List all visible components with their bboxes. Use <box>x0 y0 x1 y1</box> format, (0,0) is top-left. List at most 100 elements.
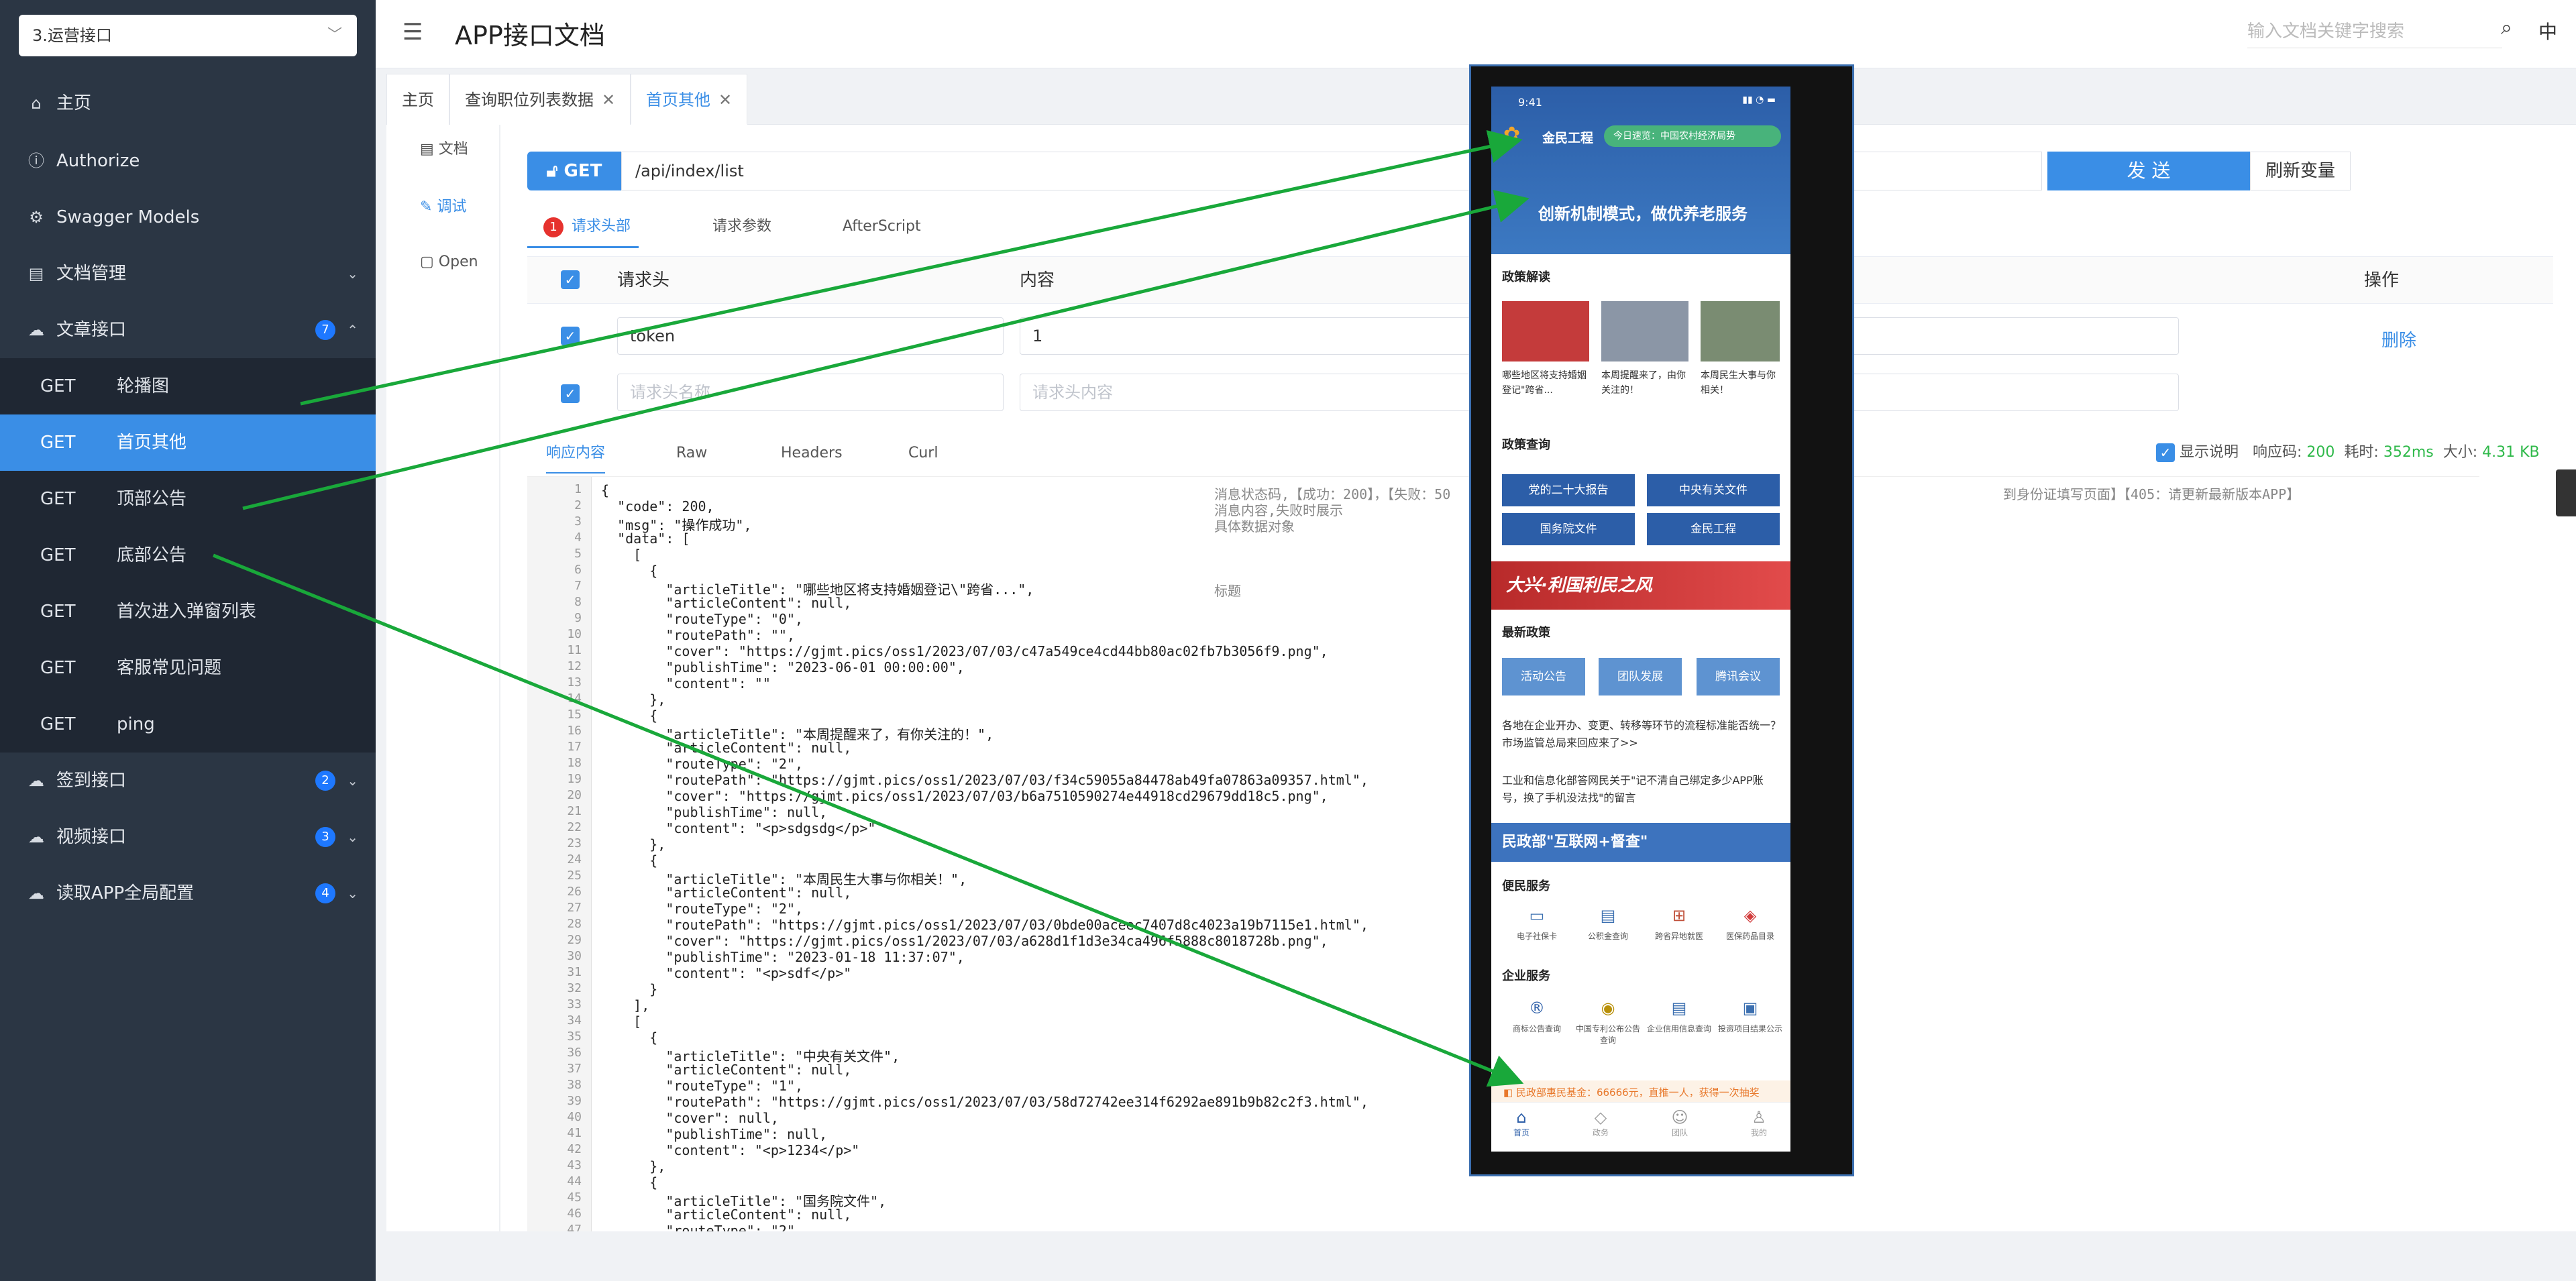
api-label: ping <box>117 714 155 734</box>
menu-doc-manage[interactable]: ▤ 文档管理 ⌄ <box>0 245 376 302</box>
service-item[interactable]: ® 商标公告查询 <box>1503 999 1570 1034</box>
refresh-variables-button[interactable]: 刷新变量 <box>2250 152 2351 190</box>
show-desc-checkbox[interactable]: ✓ <box>2156 443 2175 462</box>
scroll-handle[interactable] <box>2556 469 2576 516</box>
api-item-top-notice[interactable]: GET 顶部公告 <box>0 471 376 527</box>
search-input[interactable]: 输入文档关键字搜索 <box>2247 15 2502 48</box>
side-tab-doc[interactable]: ▤ 文档 <box>420 137 468 158</box>
tab-headers[interactable]: Headers <box>781 433 843 474</box>
menu-authorize[interactable]: ⓘ Authorize <box>0 133 376 189</box>
notice-bar[interactable]: ◧ 民政部惠民基金：66666元，直推一人，获得一次抽奖 <box>1491 1080 1790 1105</box>
side-tab-label: 调试 <box>437 199 467 215</box>
tab-request-params[interactable]: 请求参数 <box>712 205 771 248</box>
api-method: GET <box>40 714 76 734</box>
file-icon: ▢ <box>420 254 439 270</box>
search-icon[interactable]: ⌕ <box>2501 16 2512 40</box>
menu-sign[interactable]: ☁ 签到接口 2 ⌄ <box>0 753 376 809</box>
news-thumbnail[interactable] <box>1601 301 1688 361</box>
line-number: 13 <box>567 675 582 689</box>
latest-button[interactable]: 腾讯会议 <box>1697 658 1780 695</box>
menu-video[interactable]: ☁ 视频接口 3 ⌄ <box>0 809 376 865</box>
nav-team[interactable]: ☺ 团队 <box>1650 1108 1710 1138</box>
diamond-icon: ◇ <box>1594 1108 1607 1127</box>
menu-config[interactable]: ☁ 读取APP全局配置 4 ⌄ <box>0 865 376 922</box>
code-line: "routeType": "2", <box>601 1223 804 1231</box>
language-switch[interactable]: 中 <box>2538 17 2557 44</box>
latest-button[interactable]: 团队发展 <box>1599 658 1682 695</box>
news-item[interactable]: 工业和信息化部答网民关于"记不清自己绑定多少APP账号，换了手机没法找"的留言 <box>1502 772 1784 807</box>
latest-button[interactable]: 活动公告 <box>1502 658 1585 695</box>
nav-label: 首页 <box>1513 1128 1529 1137</box>
service-item[interactable]: ▣ 投资项目结果公示 <box>1717 999 1784 1034</box>
tab-label: 主页 <box>402 91 434 109</box>
api-item-bottom-notice[interactable]: GET 底部公告 <box>0 527 376 583</box>
news-pill[interactable]: 今日速览：中国农村经济局势 <box>1604 125 1781 147</box>
api-item-home-other[interactable]: GET 首页其他 <box>0 414 376 471</box>
patent-icon: ◉ <box>1601 999 1615 1017</box>
lock-icon: 🔓︎ <box>546 161 564 181</box>
api-method: GET <box>40 658 76 678</box>
header-name-field[interactable]: token <box>617 317 1004 355</box>
news-thumbnail[interactable] <box>1701 301 1780 361</box>
promo-banner[interactable]: 大兴·利国利民之风 <box>1491 561 1790 610</box>
tab-request-headers[interactable]: 1 请求头部 <box>527 205 639 248</box>
tab-curl[interactable]: Curl <box>908 433 938 474</box>
signal-icon: ▮▮ ◔ ▬ <box>1742 95 1776 105</box>
delete-button[interactable]: 删除 <box>2381 327 2416 351</box>
policy-button[interactable]: 国务院文件 <box>1502 513 1635 545</box>
side-tab-debug[interactable]: ✎ 调试 <box>420 194 466 216</box>
tab-after-script[interactable]: AfterScript <box>843 205 921 248</box>
policy-button[interactable]: 党的二十大报告 <box>1502 474 1635 506</box>
tab-raw[interactable]: Raw <box>676 433 707 474</box>
select-all-checkbox[interactable]: ✓ <box>561 270 580 289</box>
service-item[interactable]: ▤ 公积金查询 <box>1574 906 1642 942</box>
menu-home[interactable]: ⌂ 主页 <box>0 75 376 131</box>
nav-home[interactable]: ⌂ 首页 <box>1491 1108 1552 1138</box>
service-item[interactable]: ◈ 医保药品目录 <box>1717 906 1784 942</box>
megaphone-icon: ◧ <box>1503 1087 1516 1099</box>
section-title: 企业服务 <box>1502 969 1550 983</box>
service-item[interactable]: ◉ 中国专利公布公告查询 <box>1574 999 1642 1046</box>
tab-response-content[interactable]: 响应内容 <box>546 433 606 474</box>
menu-swagger-models[interactable]: ⚙ Swagger Models <box>0 189 376 245</box>
close-icon[interactable]: ✕ <box>602 91 615 109</box>
api-item-ping[interactable]: GET ping <box>0 696 376 753</box>
supervision-banner[interactable]: 民政部"互联网+督查" <box>1491 823 1790 862</box>
service-item[interactable]: ▤ 企业信用信息查询 <box>1646 999 1713 1034</box>
row-checkbox[interactable]: ✓ <box>561 327 580 345</box>
service-item[interactable]: ⊞ 跨省异地就医 <box>1646 906 1713 942</box>
code-line: "publishTime": "2023-01-18 11:37:07", <box>601 949 965 965</box>
time-label: 耗时: <box>2344 444 2379 461</box>
api-item-popup-list[interactable]: GET 首次进入弹窗列表 <box>0 583 376 640</box>
group-select[interactable]: 3.运营接口 ﹀ <box>19 15 357 56</box>
row-checkbox[interactable]: ✓ <box>561 384 580 403</box>
policy-button[interactable]: 中央有关文件 <box>1647 474 1780 506</box>
news-item[interactable]: 各地在企业开办、变更、转移等环节的流程标准能否统一？市场监管总局来回应来了>> <box>1502 717 1784 752</box>
service-item[interactable]: ▭ 电子社保卡 <box>1503 906 1570 942</box>
subtab-label: 请求头部 <box>572 218 631 235</box>
send-button[interactable]: 发 送 <box>2047 152 2250 190</box>
tab-job-list[interactable]: 查询职位列表数据 ✕ <box>449 74 631 125</box>
menu-collapse-icon[interactable]: ☰ <box>402 19 423 46</box>
api-item-banner[interactable]: GET 轮播图 <box>0 358 376 414</box>
close-icon[interactable]: ✕ <box>718 91 732 109</box>
policy-button[interactable]: 金民工程 <box>1647 513 1780 545</box>
api-item-faq[interactable]: GET 客服常见问题 <box>0 640 376 696</box>
tab-home-other[interactable]: 首页其他 ✕ <box>631 74 748 125</box>
chevron-down-icon: ⌄ <box>347 266 358 282</box>
api-method: GET <box>40 602 76 622</box>
header-name-field[interactable]: 请求头名称 <box>617 374 1004 411</box>
comment-code-tail: 到身份证填写页面】【405：请更新最新版本APP】 <box>2003 486 2300 502</box>
comment-title: 标题 <box>1214 583 1241 599</box>
line-number: 30 <box>567 949 582 963</box>
menu-article[interactable]: ☁ 文章接口 7 ⌃ <box>0 302 376 358</box>
nav-gov[interactable]: ◇ 政务 <box>1570 1108 1631 1138</box>
news-thumbnail[interactable] <box>1502 301 1589 361</box>
side-tab-open[interactable]: ▢ Open <box>420 254 478 270</box>
code-line: "cover": null, <box>601 1110 779 1126</box>
nav-mine[interactable]: ♙ 我的 <box>1729 1108 1789 1138</box>
code-line: "publishTime": null, <box>601 1126 828 1142</box>
menu-label: 文章接口 <box>56 320 127 340</box>
tab-home[interactable]: 主页 <box>386 74 449 125</box>
line-number: 10 <box>567 627 582 641</box>
